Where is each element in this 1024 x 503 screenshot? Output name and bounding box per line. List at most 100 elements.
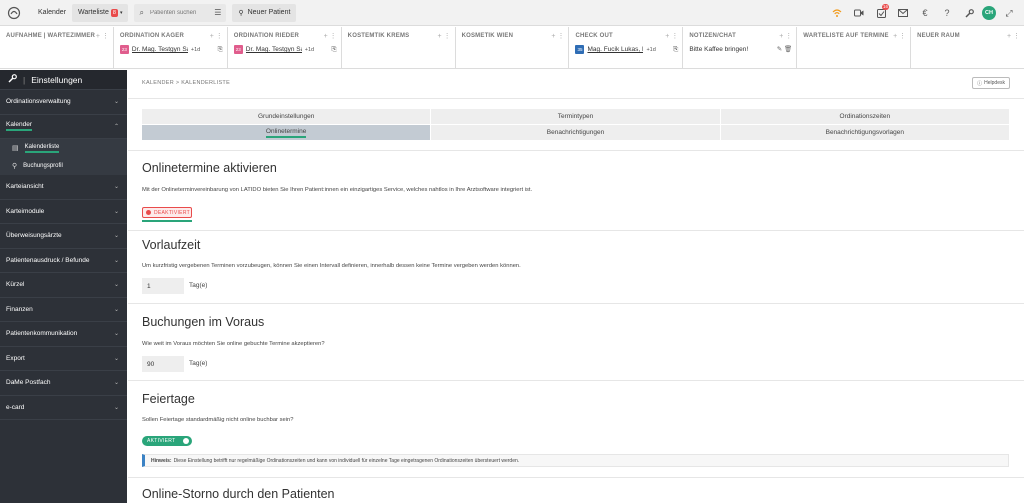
main-content: KALENDER > KALENDERLISTE ⓘ Helpdesk Grun…	[128, 70, 1024, 503]
more-icon[interactable]: ⋮	[899, 33, 906, 40]
move-icon[interactable]: ⎘	[331, 46, 336, 54]
patient-entry[interactable]: 23Dr. Mag. Testgyn Sabi...+1d ⎘	[119, 45, 223, 54]
new-patient-button[interactable]: ⚲ Neuer Patient	[232, 3, 297, 22]
tab-label: Onlinetermine	[265, 128, 307, 138]
note-item[interactable]: Bitte Kaffee bringen! ✎ 🗑	[689, 45, 792, 54]
room-column[interactable]: WARTELISTE AUF TERMINE + ⋮	[797, 27, 912, 68]
rooms-board: AUFNAHME | WARTEZIMMER + ⋮ ORDINATION KAGE…	[0, 27, 1024, 69]
sidebar-subitem[interactable]: ▤ Kalenderliste	[0, 139, 127, 157]
more-icon[interactable]: ⋮	[671, 33, 678, 40]
sidebar-item-label: DaMe Postfach	[6, 379, 51, 387]
calendar-link[interactable]: Kalender	[32, 4, 72, 22]
euro-icon[interactable]: €	[916, 4, 934, 22]
add-icon[interactable]: +	[438, 33, 442, 40]
list-icon[interactable]: ☰	[214, 8, 221, 17]
room-column[interactable]: ORDINATION KAGER + ⋮ 23Dr. Mag. Testgyn Sa…	[114, 27, 228, 68]
tab-ordinationszeiten[interactable]: Ordinationszeiten	[720, 109, 1009, 124]
room-column[interactable]: ORDINATION RIEDER + ⋮ 23 Dr. Mag. Testgyn S…	[228, 27, 342, 68]
lead-time-input[interactable]	[142, 278, 184, 294]
sidebar-item-kürzel[interactable]: Kürzel ⌄	[0, 273, 127, 298]
mail-icon[interactable]	[894, 4, 912, 22]
tab-grundeinstellungen[interactable]: Grundeinstellungen	[142, 109, 431, 124]
move-icon[interactable]: ⎘	[218, 46, 223, 54]
tab-onlinetermine[interactable]: Onlinetermine	[142, 125, 431, 140]
calendar-list-icon: ▤	[12, 145, 19, 152]
online-booking-toggle[interactable]: DEAKTIVIERT	[142, 207, 192, 218]
patient-number-badge: 23	[119, 45, 129, 54]
add-icon[interactable]: +	[551, 33, 555, 40]
sidebar-subitem-label: Buchungsprofil	[23, 163, 63, 169]
waitlist-link[interactable]: Warteliste 8 ▾	[72, 3, 129, 22]
tab-termintypen[interactable]: Termintypen	[431, 109, 720, 124]
chevron-up-icon: ⌃	[113, 123, 119, 130]
sidebar-item-export[interactable]: Export ⌄	[0, 347, 127, 371]
room-column[interactable]: AUFNAHME | WARTEZIMMER + ⋮	[0, 27, 114, 68]
room-column[interactable]: KOSMETIK WIEN + ⋮	[456, 27, 570, 68]
patient-name-link[interactable]: Dr. Mag. Testgyn Sabi...	[246, 46, 302, 53]
search-input[interactable]	[149, 9, 210, 16]
add-icon[interactable]: +	[893, 33, 897, 40]
add-icon[interactable]: +	[210, 33, 214, 40]
sidebar-item-dame-postfach[interactable]: DaMe Postfach ⌄	[0, 371, 127, 396]
room-title: AUFNAHME | WARTEZIMMER	[6, 33, 96, 39]
patient-search[interactable]: ⌕ ☰	[134, 3, 227, 22]
wrench-icon[interactable]	[960, 4, 978, 22]
more-icon[interactable]: ⋮	[330, 33, 337, 40]
sidebar-item-ordinationsverwaltung[interactable]: Ordinationsverwaltung ⌄	[0, 90, 127, 115]
room-column[interactable]: CHECK OUT + ⋮ 35Mag. Fucik Lukas, Ms...+1d…	[569, 27, 684, 68]
room-column[interactable]: NOTIZEN/CHAT + ⋮ Bitte Kaffee bringen! ✎ 🗑	[683, 27, 798, 68]
patient-entry[interactable]: 35Mag. Fucik Lukas, Ms...+1d ⎘	[575, 45, 678, 54]
help-icon[interactable]: ?	[938, 4, 956, 22]
sidebar-item-patientenausdruck-befunde[interactable]: Patientenausdruck / Befunde ⌄	[0, 249, 127, 273]
trash-icon[interactable]: 🗑	[784, 46, 792, 53]
patient-entry[interactable]: 23Dr. Mag. Testgyn Sabi...+1d ⎘	[233, 45, 337, 54]
helpdesk-button[interactable]: ⓘ Helpdesk	[972, 77, 1010, 89]
sidebar-subitem[interactable]: ⚲ Buchungsprofil	[0, 157, 127, 175]
wifi-icon[interactable]	[828, 4, 846, 22]
holidays-toggle[interactable]: AKTIVIERT	[142, 436, 192, 446]
more-icon[interactable]: ⋮	[102, 33, 109, 40]
patient-name-link[interactable]: Dr. Mag. Testgyn Sabi...	[132, 46, 188, 53]
chevron-down-icon: ⌄	[113, 99, 119, 106]
sidebar-item-patientenkommunikation[interactable]: Patientenkommunikation ⌄	[0, 322, 127, 347]
more-icon[interactable]: ⋮	[216, 33, 223, 40]
sidebar-item-karteiansicht[interactable]: Karteiansicht ⌄	[0, 175, 127, 200]
more-icon[interactable]: ⋮	[557, 33, 564, 40]
move-icon[interactable]: ⎘	[673, 46, 678, 54]
sidebar-item-finanzen[interactable]: Finanzen ⌄	[0, 298, 127, 322]
sidebar-item-e-card[interactable]: e-card ⌄	[0, 396, 127, 420]
app-logo-icon[interactable]	[6, 5, 22, 21]
more-icon[interactable]: ⋮	[1013, 33, 1020, 40]
chevron-down-icon: ⌄	[113, 331, 119, 338]
tab-benachrichtigungsvorlagen[interactable]: Benachrichtigungsvorlagen	[720, 125, 1009, 140]
edit-icon[interactable]: ✎	[777, 46, 782, 53]
sidebar-title: Einstellungen	[31, 74, 83, 85]
avatar[interactable]: CH	[982, 6, 996, 20]
sidebar-item-überweisungsärzte[interactable]: Überweisungsärzte ⌄	[0, 224, 127, 249]
room-title: NOTIZEN/CHAT	[689, 33, 736, 39]
expand-icon[interactable]: ⤢	[1000, 4, 1018, 22]
add-icon[interactable]: +	[96, 33, 100, 40]
room-column[interactable]: KOSTEMTIK KREMS + ⋮	[342, 27, 456, 68]
add-icon[interactable]: +	[665, 33, 669, 40]
tab-benachrichtigungen[interactable]: Benachrichtigungen	[431, 125, 720, 140]
patient-name-link[interactable]: Mag. Fucik Lukas, Ms...	[587, 46, 643, 53]
booking-ahead-input[interactable]	[142, 356, 184, 372]
sidebar-item-karteimodule[interactable]: Karteimodule ⌄	[0, 200, 127, 224]
chevron-down-icon: ⌄	[113, 282, 119, 289]
extra-days: +1d	[304, 46, 315, 53]
chevron-down-icon: ⌄	[113, 184, 119, 191]
add-icon[interactable]: +	[324, 33, 328, 40]
add-icon[interactable]: +	[779, 33, 783, 40]
sidebar-header: | Einstellungen	[0, 70, 127, 90]
more-icon[interactable]: ⋮	[785, 33, 792, 40]
room-column[interactable]: NEUER RAUM + ⋮	[911, 27, 1024, 68]
sidebar-item-kalender[interactable]: Kalender ⌃	[0, 114, 127, 139]
top-bar: Kalender Warteliste 8 ▾ ⌕ ☰ ⚲ Neuer Pati…	[0, 0, 1024, 26]
sidebar-item-label: Export	[6, 354, 25, 362]
chevron-down-icon: ⌄	[113, 233, 119, 240]
add-icon[interactable]: +	[1007, 33, 1011, 40]
video-icon[interactable]	[850, 4, 868, 22]
tasks-icon[interactable]: 16	[872, 4, 890, 22]
more-icon[interactable]: ⋮	[444, 33, 451, 40]
